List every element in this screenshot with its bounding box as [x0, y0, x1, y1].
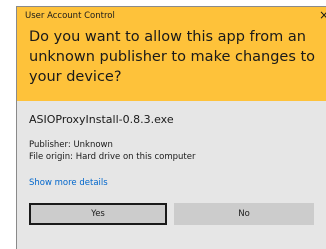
- show-more-details-link[interactable]: Show more details: [29, 178, 108, 188]
- file-origin-line: File origin: Hard drive on this computer: [29, 152, 196, 162]
- dialog-header: User Account Control × Do you want to al…: [17, 7, 326, 101]
- close-icon[interactable]: ×: [319, 8, 326, 22]
- dialog-body: ASIOProxyInstall-0.8.3.exe Publisher: Un…: [17, 101, 326, 249]
- publisher-line: Publisher: Unknown: [29, 140, 113, 150]
- uac-dialog: User Account Control × Do you want to al…: [16, 6, 326, 249]
- window-title: User Account Control: [25, 11, 115, 21]
- yes-button[interactable]: Yes: [29, 203, 167, 225]
- no-button[interactable]: No: [174, 203, 314, 225]
- program-name: ASIOProxyInstall-0.8.3.exe: [29, 113, 174, 126]
- uac-question: Do you want to allow this app from an un…: [29, 29, 316, 85]
